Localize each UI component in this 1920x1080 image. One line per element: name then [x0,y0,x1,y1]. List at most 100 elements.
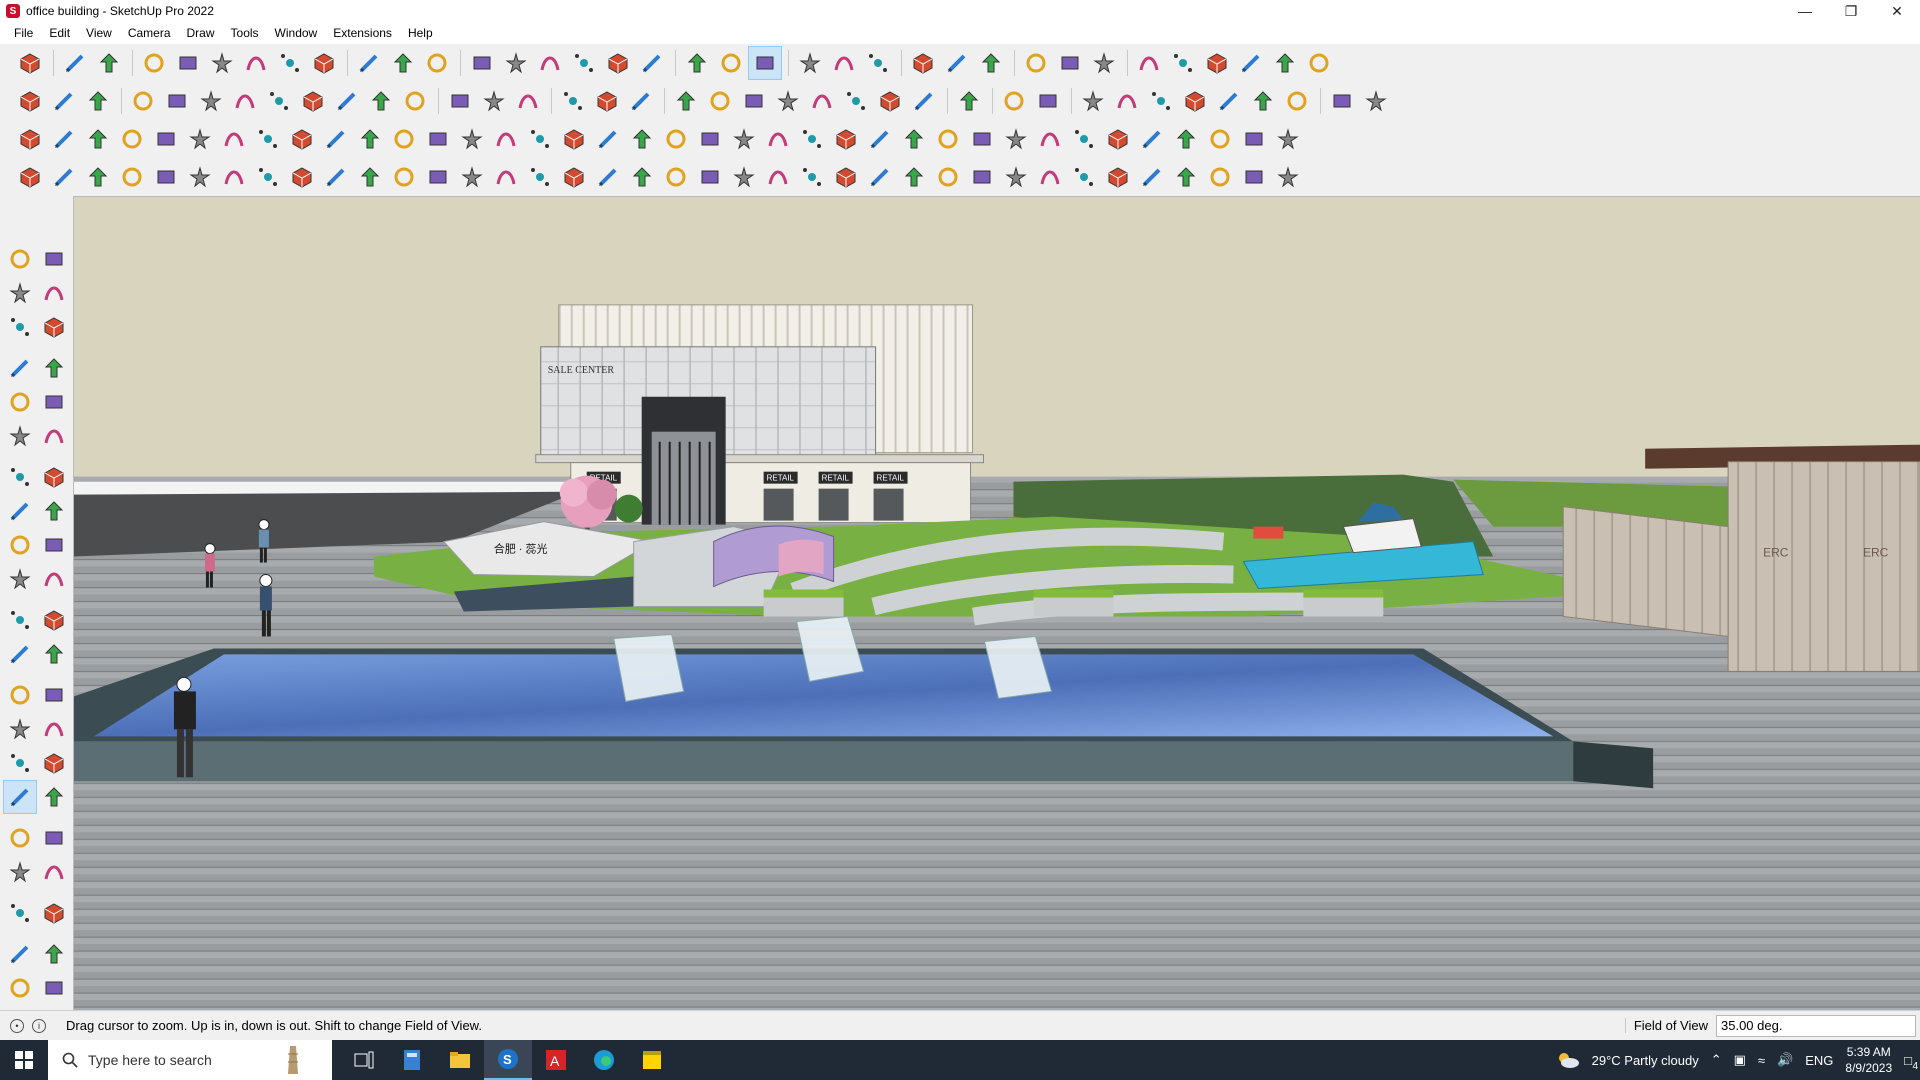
tb2-tool-23-icon[interactable] [840,85,872,117]
tb1-tool-12-icon[interactable] [466,47,498,79]
tb4-tool-9-icon[interactable] [320,161,352,193]
info-icon[interactable]: i [32,1018,46,1033]
tb3-tool-24-icon[interactable] [830,123,862,155]
tb1-tool-29-icon[interactable] [1088,47,1120,79]
tb1-tool-34-icon[interactable] [1269,47,1301,79]
left-tool-14-icon[interactable] [4,495,36,527]
tb1-tool-8-icon[interactable] [308,47,340,79]
tb3-tool-36-icon[interactable] [1238,123,1270,155]
task-view-icon[interactable] [340,1040,388,1080]
tb4-tool-17-icon[interactable] [592,161,624,193]
tb2-tool-36-icon[interactable] [1326,85,1358,117]
tb4-tool-19-icon[interactable] [660,161,692,193]
tb3-tool-4-icon[interactable] [150,123,182,155]
tb2-tool-20-icon[interactable] [738,85,770,117]
tb2-tool-28-icon[interactable] [1032,85,1064,117]
left-tool-21-icon[interactable] [38,604,70,636]
left-tool-32-icon[interactable] [4,822,36,854]
left-tool-4-icon[interactable] [4,311,36,343]
left-tool-23-icon[interactable] [38,638,70,670]
tb1-tool-26-icon[interactable] [975,47,1007,79]
left-tool-10-icon[interactable] [4,420,36,452]
tb2-tool-11-icon[interactable] [399,85,431,117]
geo-location-icon[interactable]: • [10,1018,24,1033]
tb4-tool-32-icon[interactable] [1102,161,1134,193]
left-tool-31-icon[interactable] [38,781,70,813]
tb4-tool-13-icon[interactable] [456,161,488,193]
tb4-tool-15-icon[interactable] [524,161,556,193]
tb1-tool-11-icon[interactable] [421,47,453,79]
left-tool-24-icon[interactable] [4,679,36,711]
tb1-tool-9-icon[interactable] [353,47,385,79]
tb3-tool-12-icon[interactable] [422,123,454,155]
wifi-icon[interactable]: ≈ [1758,1053,1765,1068]
tb3-tool-15-icon[interactable] [524,123,556,155]
tb3-tool-3-icon[interactable] [116,123,148,155]
tb3-tool-6-icon[interactable] [218,123,250,155]
tb2-tool-35-icon[interactable] [1281,85,1313,117]
tb3-tool-5-icon[interactable] [184,123,216,155]
tb1-tool-31-icon[interactable] [1167,47,1199,79]
chevron-up-icon[interactable]: ⌃ [1711,1052,1722,1068]
left-tool-29-icon[interactable] [38,747,70,779]
tb3-tool-21-icon[interactable] [728,123,760,155]
close-icon[interactable]: ✕ [1874,0,1920,22]
tb2-tool-29-icon[interactable] [1077,85,1109,117]
windows-start-icon[interactable] [0,1040,48,1080]
tb3-tool-22-icon[interactable] [762,123,794,155]
tb4-tool-36-icon[interactable] [1238,161,1270,193]
left-tool-28-icon[interactable] [4,747,36,779]
calculator-app-icon[interactable] [388,1040,436,1080]
left-tool-0-icon[interactable] [4,243,36,275]
left-tool-25-icon[interactable] [38,679,70,711]
tb3-tool-11-icon[interactable] [388,123,420,155]
tb3-tool-9-icon[interactable] [320,123,352,155]
tb2-tool-17-icon[interactable] [625,85,657,117]
tb4-tool-14-icon[interactable] [490,161,522,193]
tb1-tool-3-icon[interactable] [138,47,170,79]
left-tool-13-icon[interactable] [38,461,70,493]
tb2-tool-2-icon[interactable] [82,85,114,117]
tb1-tool-7-icon[interactable] [274,47,306,79]
left-tool-11-icon[interactable] [38,420,70,452]
tb1-tool-22-icon[interactable] [828,47,860,79]
tb1-tool-1-icon[interactable] [59,47,91,79]
tb3-tool-34-icon[interactable] [1170,123,1202,155]
tb2-tool-1-icon[interactable] [48,85,80,117]
tb4-tool-37-icon[interactable] [1272,161,1304,193]
weather-text[interactable]: 29°C Partly cloudy [1592,1053,1699,1068]
taskbar-search-box[interactable]: Type here to search [48,1040,332,1080]
tb1-tool-15-icon[interactable] [568,47,600,79]
tb4-tool-23-icon[interactable] [796,161,828,193]
tb2-tool-21-icon[interactable] [772,85,804,117]
minimize-icon[interactable]: — [1782,0,1828,22]
left-tool-18-icon[interactable] [4,563,36,595]
tb2-tool-9-icon[interactable] [331,85,363,117]
tb2-tool-30-icon[interactable] [1111,85,1143,117]
tb2-tool-3-icon[interactable] [127,85,159,117]
menu-file[interactable]: File [6,22,41,44]
tb2-tool-8-icon[interactable] [297,85,329,117]
tb2-tool-32-icon[interactable] [1179,85,1211,117]
left-tool-2-icon[interactable] [4,277,36,309]
tb1-tool-27-icon[interactable] [1020,47,1052,79]
tb4-tool-21-icon[interactable] [728,161,760,193]
file-explorer-icon[interactable] [436,1040,484,1080]
tb2-tool-4-icon[interactable] [161,85,193,117]
left-tool-16-icon[interactable] [4,529,36,561]
tb1-tool-18-icon[interactable] [681,47,713,79]
tb2-tool-15-icon[interactable] [557,85,589,117]
tb4-tool-18-icon[interactable] [626,161,658,193]
volume-icon[interactable]: 🔊 [1777,1052,1793,1068]
tb4-tool-28-icon[interactable] [966,161,998,193]
menu-tools[interactable]: Tools [223,22,267,44]
menu-window[interactable]: Window [267,22,326,44]
menu-help[interactable]: Help [400,22,441,44]
tb1-tool-2-icon[interactable] [93,47,125,79]
tb4-tool-25-icon[interactable] [864,161,896,193]
left-tool-12-icon[interactable] [4,461,36,493]
left-tool-39-icon[interactable] [38,938,70,970]
tb3-tool-13-icon[interactable] [456,123,488,155]
tb4-tool-30-icon[interactable] [1034,161,1066,193]
tb4-tool-35-icon[interactable] [1204,161,1236,193]
